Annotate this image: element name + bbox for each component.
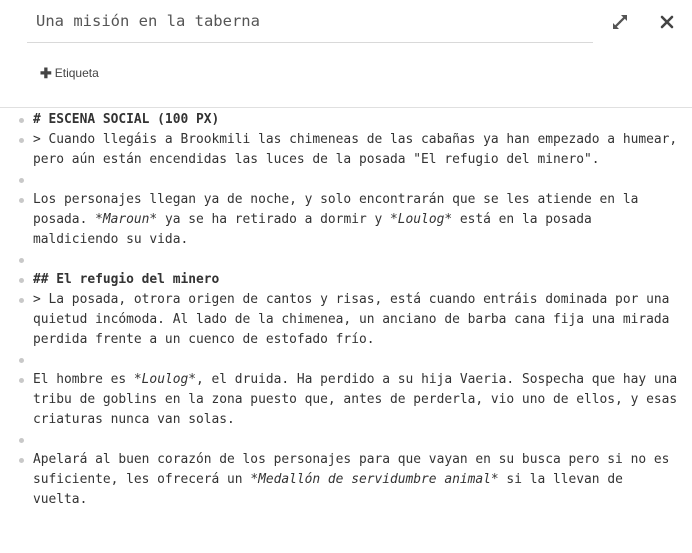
list-item bbox=[0, 350, 692, 370]
quote-text: > Cuando llegáis a Brookmili las chimene… bbox=[33, 132, 685, 167]
list-item: > Cuando llegáis a Brookmili las chimene… bbox=[0, 130, 692, 170]
paragraph-text: ya se ha retirado a dormir y bbox=[157, 212, 391, 227]
list-item bbox=[0, 170, 692, 190]
heading-escena-social: # ESCENA SOCIAL (100 PX) bbox=[33, 112, 220, 127]
paragraph-text: El hombre es bbox=[33, 372, 134, 387]
line-list: # ESCENA SOCIAL (100 PX) > Cuando llegái… bbox=[0, 110, 692, 510]
emphasis-text: *Medallón de servidumbre animal* bbox=[250, 472, 499, 487]
close-x-icon bbox=[660, 15, 674, 29]
emphasis-text: *Maroun* bbox=[95, 212, 158, 227]
list-item bbox=[0, 250, 692, 270]
emphasis-text: *Loulog* bbox=[390, 212, 453, 227]
header-divider bbox=[0, 107, 692, 108]
list-item: Apelará al buen corazón de los personaje… bbox=[0, 450, 692, 510]
list-item: El hombre es *Loulog*, el druida. Ha per… bbox=[0, 370, 692, 430]
add-tag-label: Etiqueta bbox=[54, 66, 99, 80]
list-item: ## El refugio del minero bbox=[0, 270, 692, 290]
list-item: # ESCENA SOCIAL (100 PX) bbox=[0, 110, 692, 130]
note-title-input[interactable] bbox=[27, 0, 593, 43]
expand-arrows-icon bbox=[613, 15, 627, 29]
quote-text: > La posada, otrora origen de cantos y r… bbox=[33, 292, 678, 347]
expand-button[interactable] bbox=[609, 11, 631, 33]
list-item: Los personajes llegan ya de noche, y sol… bbox=[0, 190, 692, 250]
close-button[interactable] bbox=[656, 11, 678, 33]
emphasis-text: *Loulog* bbox=[133, 372, 196, 387]
add-tag-button[interactable]: ✚ Etiqueta bbox=[40, 64, 99, 82]
list-item bbox=[0, 430, 692, 450]
note-editor[interactable]: # ESCENA SOCIAL (100 PX) > Cuando llegái… bbox=[0, 110, 692, 553]
plus-icon: ✚ bbox=[40, 65, 52, 81]
list-item: > La posada, otrora origen de cantos y r… bbox=[0, 290, 692, 350]
heading-refugio-minero: ## El refugio del minero bbox=[33, 272, 220, 287]
note-header: ✚ Etiqueta bbox=[0, 0, 692, 108]
